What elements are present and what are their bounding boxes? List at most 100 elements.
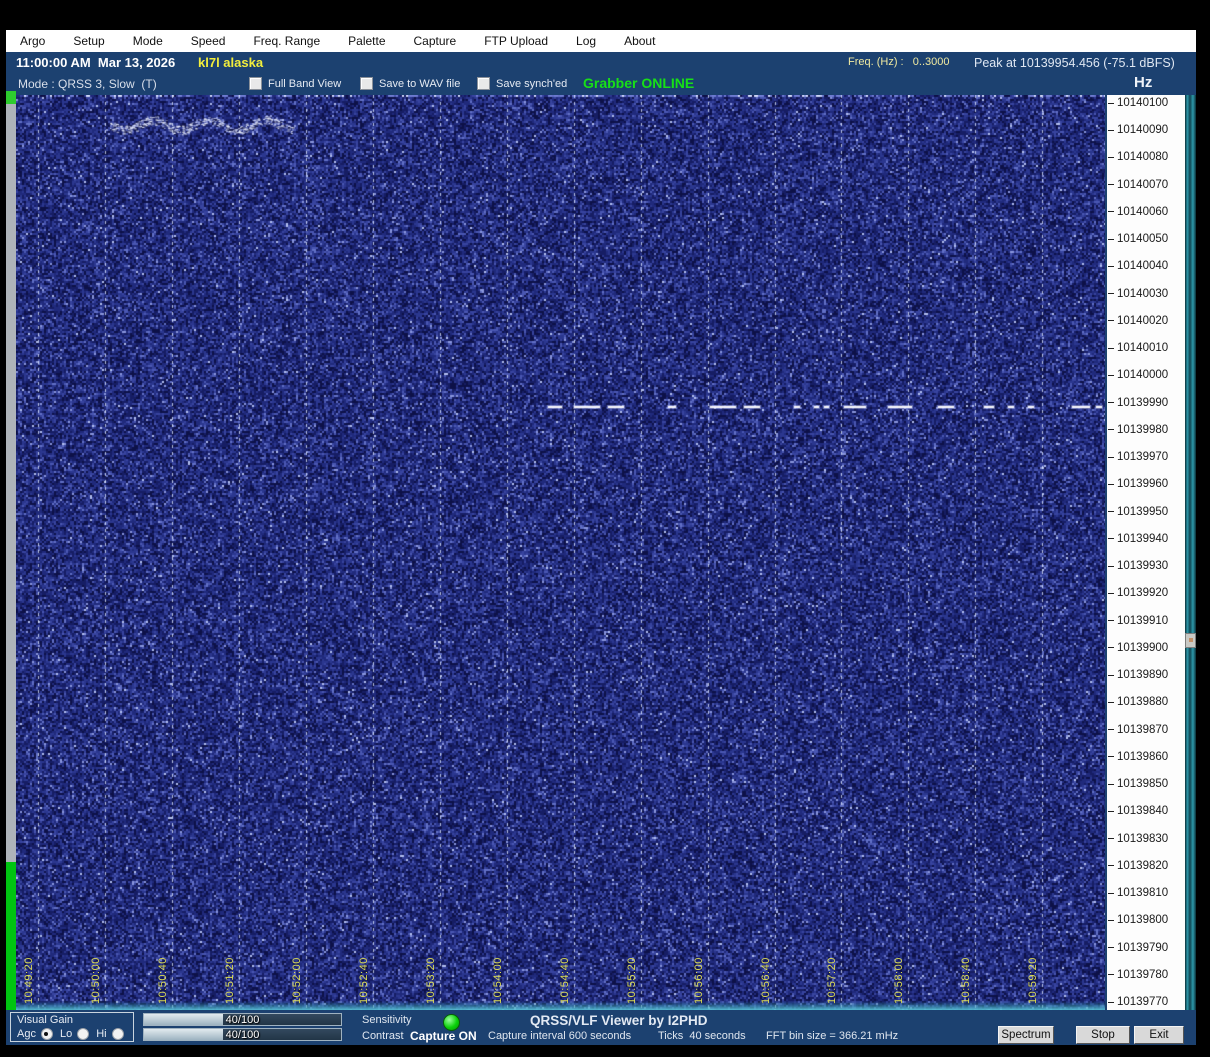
freq-label-text: 10139840 [1117, 805, 1168, 817]
freq-label-text: 10139770 [1117, 996, 1168, 1008]
freq-label-text: 10139810 [1117, 887, 1168, 899]
menu-item-freq-range[interactable]: Freq. Range [239, 34, 334, 48]
freq-label: 10139890 [1108, 668, 1168, 682]
sensitivity-value: 40/100 [226, 1014, 260, 1026]
exit-button[interactable]: Exit [1134, 1026, 1184, 1044]
freq-label-text: 10139860 [1117, 751, 1168, 763]
radio-label: Hi [96, 1028, 106, 1040]
capture-state-label: Capture ON [410, 1029, 477, 1043]
contrast-slider-fill [144, 1029, 223, 1040]
scrollbar-thumb[interactable] [1185, 633, 1196, 648]
checkbox-full-band-view[interactable]: Full Band View [249, 77, 341, 90]
time-label: 10:50:00 [90, 957, 102, 1004]
freq-tick-mark [1108, 756, 1114, 757]
freq-label: 10139960 [1108, 477, 1168, 491]
freq-label: 10139970 [1108, 450, 1168, 464]
contrast-label: Contrast [362, 1030, 404, 1042]
freq-label-text: 10139780 [1117, 969, 1168, 981]
checkbox-save-to-wav-file[interactable]: Save to WAV file [360, 77, 460, 90]
freq-label: 10140050 [1108, 232, 1168, 246]
checkbox-icon[interactable] [477, 77, 490, 90]
checkbox-icon[interactable] [249, 77, 262, 90]
radio-hi[interactable]: Hi [96, 1028, 123, 1040]
freq-label-text: 10140010 [1117, 342, 1168, 354]
freq-label: 10140010 [1108, 341, 1168, 355]
checkbox-label: Full Band View [268, 78, 341, 90]
frequency-scale: 1014010010140090101400801014007010140060… [1107, 95, 1185, 1010]
freq-tick-mark [1108, 484, 1114, 485]
freq-tick-mark [1108, 920, 1114, 921]
freq-label-text: 10139800 [1117, 914, 1168, 926]
freq-tick-mark [1108, 1002, 1114, 1003]
freq-tick-mark [1108, 429, 1114, 430]
freq-label: 10139930 [1108, 559, 1168, 573]
freq-label-text: 10139990 [1117, 397, 1168, 409]
menu-item-argo[interactable]: Argo [6, 34, 59, 48]
time-label: 10:59:20 [1027, 957, 1039, 1004]
checkbox-save-synch-ed[interactable]: Save synch'ed [477, 77, 567, 90]
freq-label-text: 10140000 [1117, 369, 1168, 381]
main-area: 10:49:2010:50:0010:50:4010:51:2010:52:00… [6, 95, 1196, 1010]
freq-label: 10140080 [1108, 150, 1168, 164]
freq-tick-mark [1108, 838, 1114, 839]
ticks-info-label: Ticks 40 seconds [658, 1030, 746, 1042]
freq-label: 10139920 [1108, 586, 1168, 600]
sensitivity-slider[interactable]: 40/100 [143, 1013, 342, 1026]
freq-label: 10139780 [1108, 968, 1168, 982]
freq-tick-mark [1108, 184, 1114, 185]
radio-agc[interactable]: Agc [17, 1028, 53, 1040]
menu-item-palette[interactable]: Palette [334, 34, 399, 48]
menu-item-capture[interactable]: Capture [400, 34, 471, 48]
radio-lo[interactable]: Lo [60, 1028, 89, 1040]
app-title: QRSS/VLF Viewer by I2PHD [530, 1013, 708, 1028]
frequency-scrollbar[interactable] [1185, 95, 1196, 1010]
radio-circle-icon[interactable] [112, 1028, 124, 1040]
freq-tick-mark [1108, 620, 1114, 621]
checkbox-label: Save to WAV file [379, 78, 460, 90]
freq-label-text: 10139890 [1117, 669, 1168, 681]
radio-circle-icon[interactable] [41, 1028, 53, 1040]
time-label: 10:56:40 [760, 957, 772, 1004]
visual-gain-group: Visual Gain Agc Lo Hi [10, 1012, 134, 1042]
radio-circle-icon[interactable] [77, 1028, 89, 1040]
grabber-status: Grabber ONLINE [583, 75, 694, 91]
freq-tick-mark [1108, 893, 1114, 894]
contrast-slider[interactable]: 40/100 [143, 1028, 342, 1041]
time-label: 10:58:40 [960, 957, 972, 1004]
freq-label-text: 10139850 [1117, 778, 1168, 790]
freq-label-text: 10139950 [1117, 506, 1168, 518]
freq-label-text: 10139960 [1117, 478, 1168, 490]
freq-label-text: 10139830 [1117, 833, 1168, 845]
menu-item-setup[interactable]: Setup [59, 34, 118, 48]
menu-item-speed[interactable]: Speed [177, 34, 240, 48]
visual-gain-label: Visual Gain [17, 1014, 73, 1026]
menu-item-about[interactable]: About [610, 34, 669, 48]
stop-button[interactable]: Stop [1076, 1026, 1130, 1044]
freq-label-text: 10139920 [1117, 587, 1168, 599]
spectrum-button[interactable]: Spectrum [998, 1026, 1054, 1044]
freq-label-text: 10139820 [1117, 860, 1168, 872]
freq-tick-mark [1108, 130, 1114, 131]
freq-label: 10139940 [1108, 532, 1168, 546]
freq-label: 10139860 [1108, 750, 1168, 764]
freq-tick-mark [1108, 593, 1114, 594]
freq-label-text: 10140050 [1117, 233, 1168, 245]
waterfall-display [16, 95, 1105, 1010]
mode-label: Mode : QRSS 3, Slow (T) [18, 77, 157, 91]
freq-tick-mark [1108, 103, 1114, 104]
freq-label: 10139850 [1108, 777, 1168, 791]
freq-tick-mark [1108, 320, 1114, 321]
menu-item-ftp-upload[interactable]: FTP Upload [470, 34, 562, 48]
freq-tick-mark [1108, 211, 1114, 212]
menu-item-mode[interactable]: Mode [119, 34, 177, 48]
time-label: 10:52:00 [291, 957, 303, 1004]
freq-label: 10140100 [1108, 96, 1168, 110]
menu-item-log[interactable]: Log [562, 34, 610, 48]
checkbox-icon[interactable] [360, 77, 373, 90]
time-label: 10:49:20 [23, 957, 35, 1004]
freq-range-readout: Freq. (Hz) : 0..3000 [848, 56, 949, 68]
freq-label-text: 10139940 [1117, 533, 1168, 545]
checkbox-label: Save synch'ed [496, 78, 567, 90]
freq-tick-mark [1108, 566, 1114, 567]
freq-label: 10139840 [1108, 804, 1168, 818]
